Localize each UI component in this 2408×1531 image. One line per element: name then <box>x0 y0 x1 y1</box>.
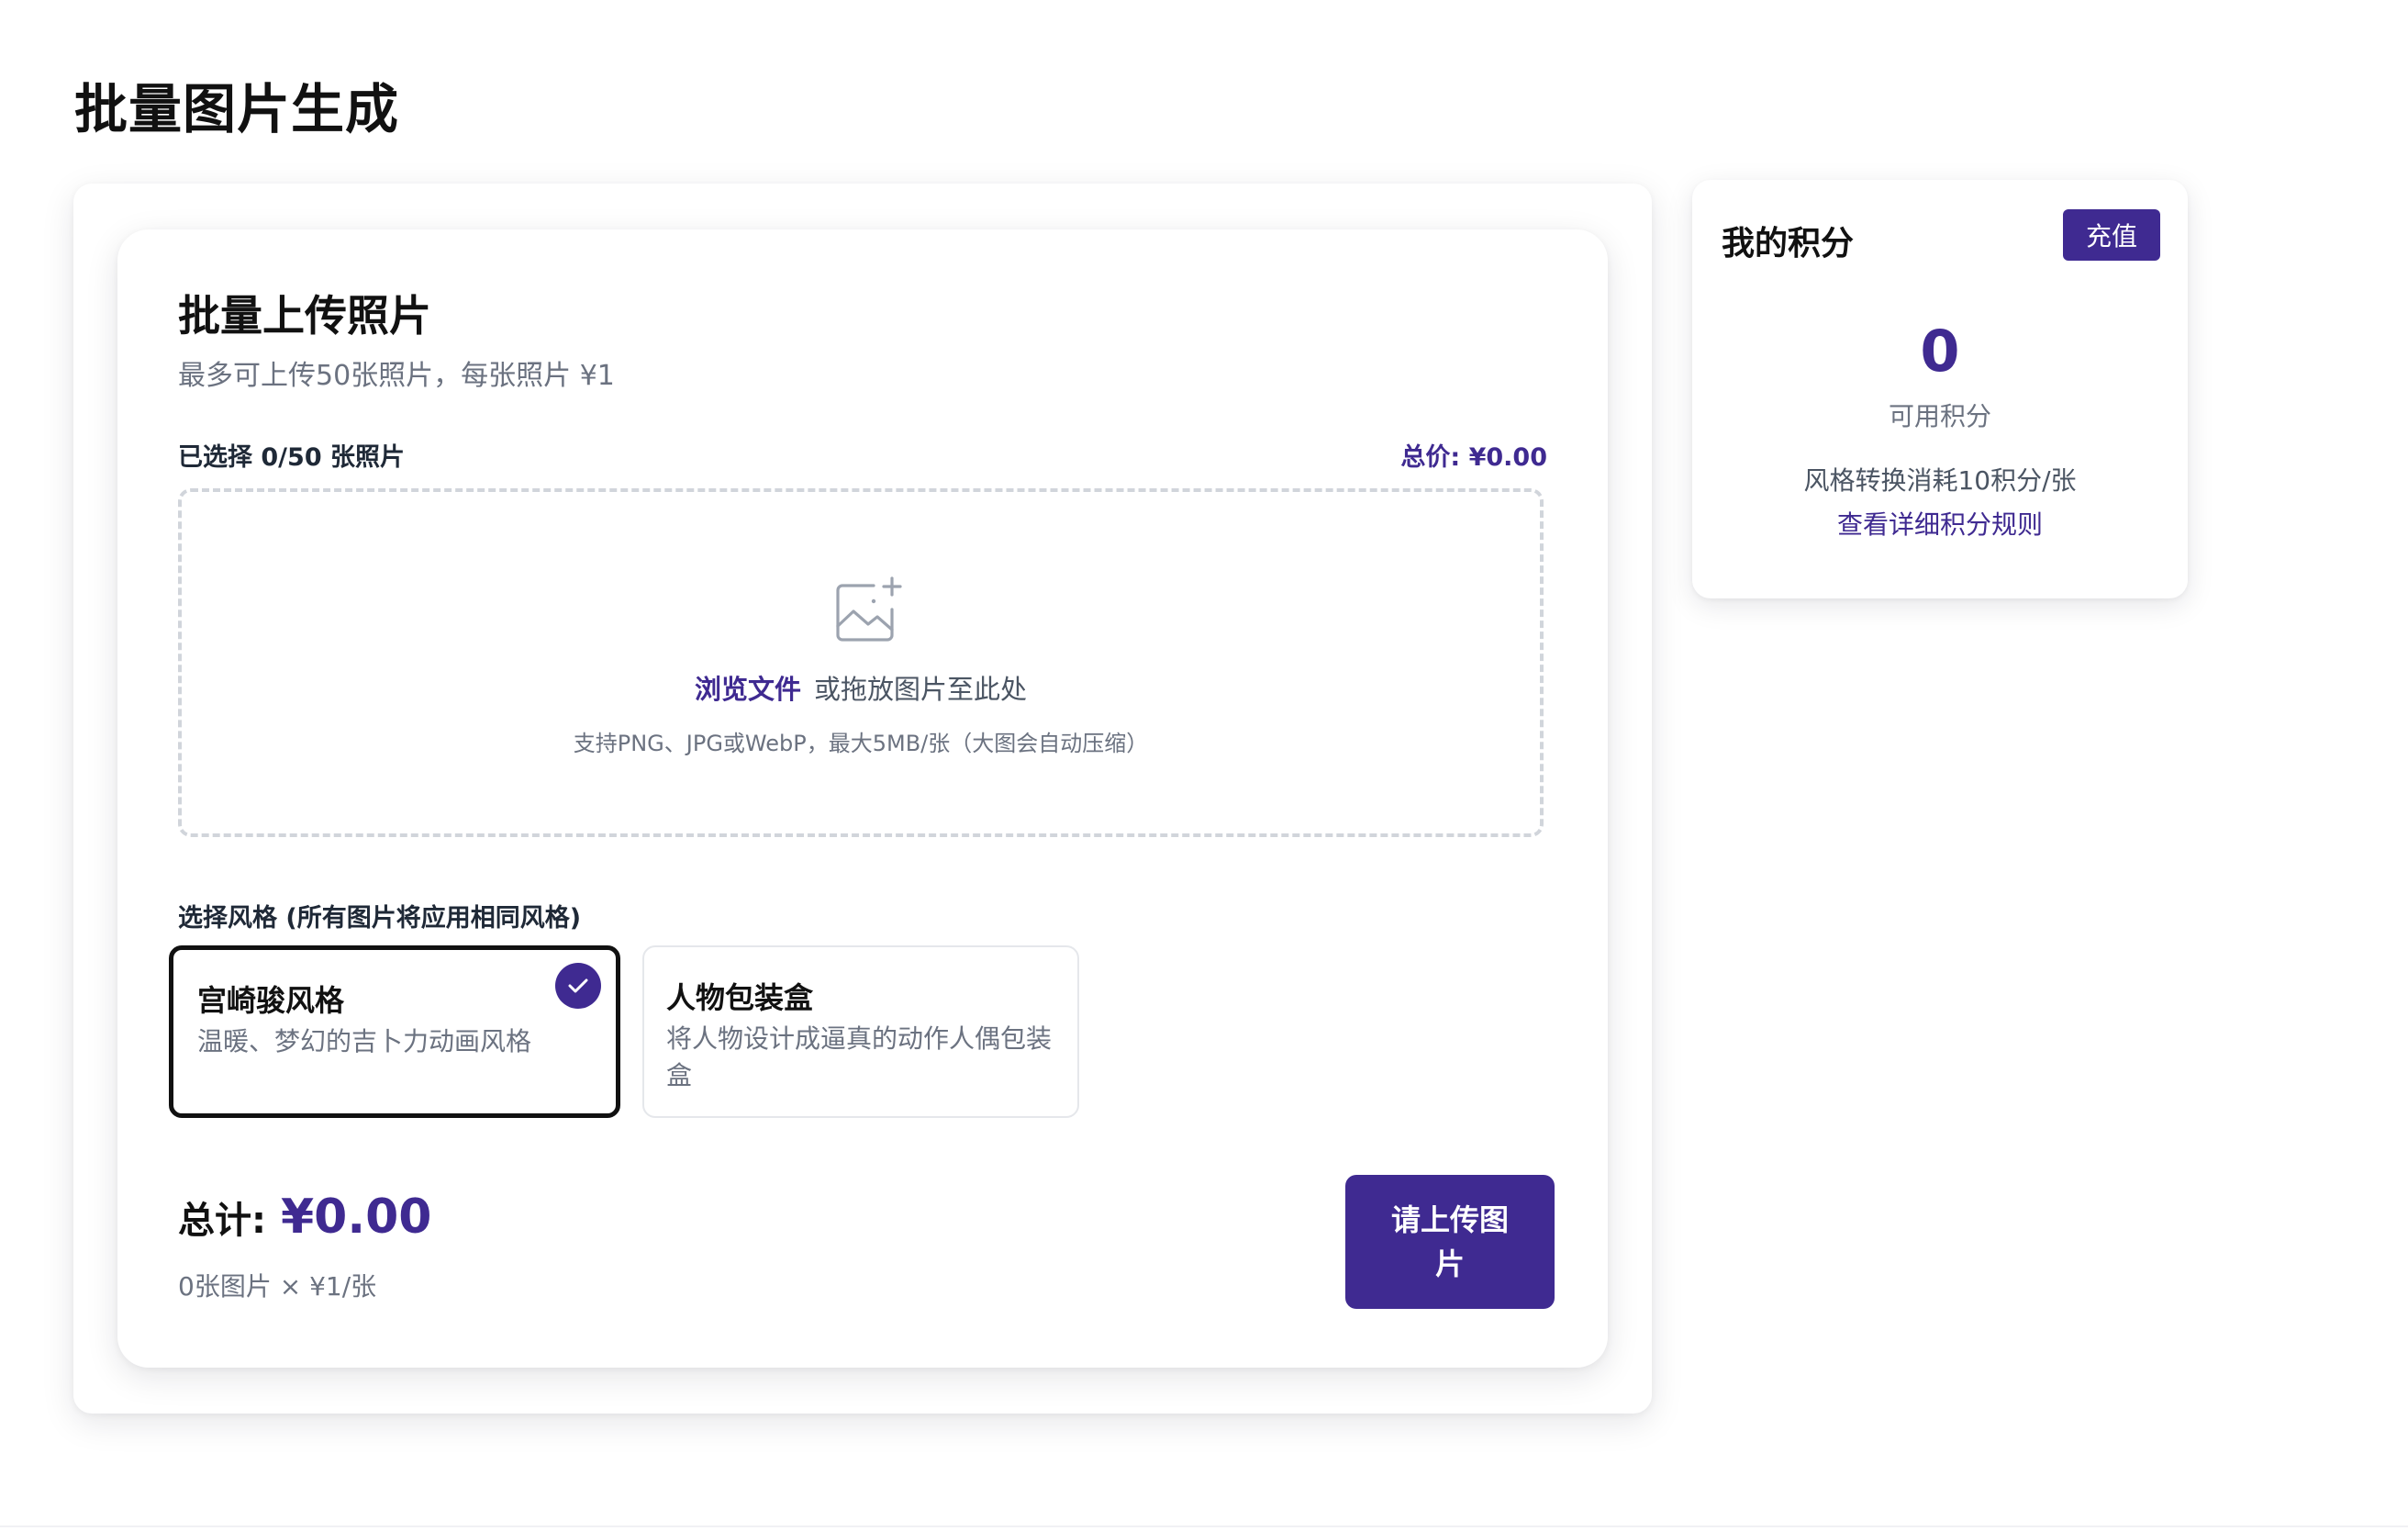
total-label: 总计: <box>178 1200 266 1242</box>
total-price-top: 总价: ¥0.00 <box>1400 443 1547 472</box>
points-rules-link[interactable]: 查看详细积分规则 <box>1692 505 2188 542</box>
style-option-description: 温暖、梦幻的吉卜力动画风格 <box>197 1026 532 1056</box>
selected-count: 已选择 0/50 张照片 <box>178 443 406 472</box>
total-summary: 总计: ¥0.00 <box>178 1190 431 1245</box>
drop-text: 或拖放图片至此处 <box>814 674 1028 705</box>
check-icon <box>555 963 601 1009</box>
style-option-name: 人物包装盒 <box>666 980 814 1015</box>
upload-dropzone[interactable]: 浏览文件 或拖放图片至此处 支持PNG、JPG或WebP，最大5MB/张（大图会自… <box>178 488 1544 837</box>
recharge-button[interactable]: 充值 <box>2063 209 2160 261</box>
points-caption: 可用积分 <box>1888 401 1991 431</box>
style-option-name: 宫崎骏风格 <box>197 983 345 1018</box>
points-value: 0 <box>1920 318 1960 385</box>
total-formula: 0张图片 × ¥1/张 <box>178 1271 377 1302</box>
points-card: 我的积分 充值 0 可用积分 风格转换消耗10积分/张 查看详细积分规则 <box>1692 180 2188 598</box>
style-option-ghibli[interactable]: 宫崎骏风格 温暖、梦幻的吉卜力动画风格 <box>169 945 620 1118</box>
style-section-label: 选择风格 (所有图片将应用相同风格) <box>178 904 582 933</box>
dropzone-instructions: 浏览文件 或拖放图片至此处 <box>182 668 1540 707</box>
page-title: 批量图片生成 <box>74 78 400 140</box>
points-title: 我的积分 <box>1722 225 1855 263</box>
upload-submit-button[interactable]: 请上传图片 <box>1345 1175 1555 1309</box>
image-add-icon <box>831 573 905 646</box>
style-option-figure-box[interactable]: 人物包装盒 将人物设计成逼真的动作人偶包装盒 <box>642 945 1079 1118</box>
style-option-description: 将人物设计成逼真的动作人偶包装盒 <box>666 1023 1053 1090</box>
total-value: ¥0.00 <box>281 1190 432 1245</box>
batch-upload-card: 批量上传照片 最多可上传50张照片，每张照片 ¥1 已选择 0/50 张照片 总… <box>117 229 1608 1368</box>
upload-card-subtitle: 最多可上传50张照片，每张照片 ¥1 <box>178 360 615 392</box>
upload-card-title: 批量上传照片 <box>178 291 431 341</box>
main-panel: 批量上传照片 最多可上传50张照片，每张照片 ¥1 已选择 0/50 张照片 总… <box>73 184 1652 1414</box>
footer-divider <box>0 1525 2408 1527</box>
points-rule: 风格转换消耗10积分/张 <box>1803 465 2077 496</box>
browse-files-link[interactable]: 浏览文件 <box>695 674 801 705</box>
dropzone-hint: 支持PNG、JPG或WebP，最大5MB/张（大图会自动压缩） <box>573 731 1149 756</box>
